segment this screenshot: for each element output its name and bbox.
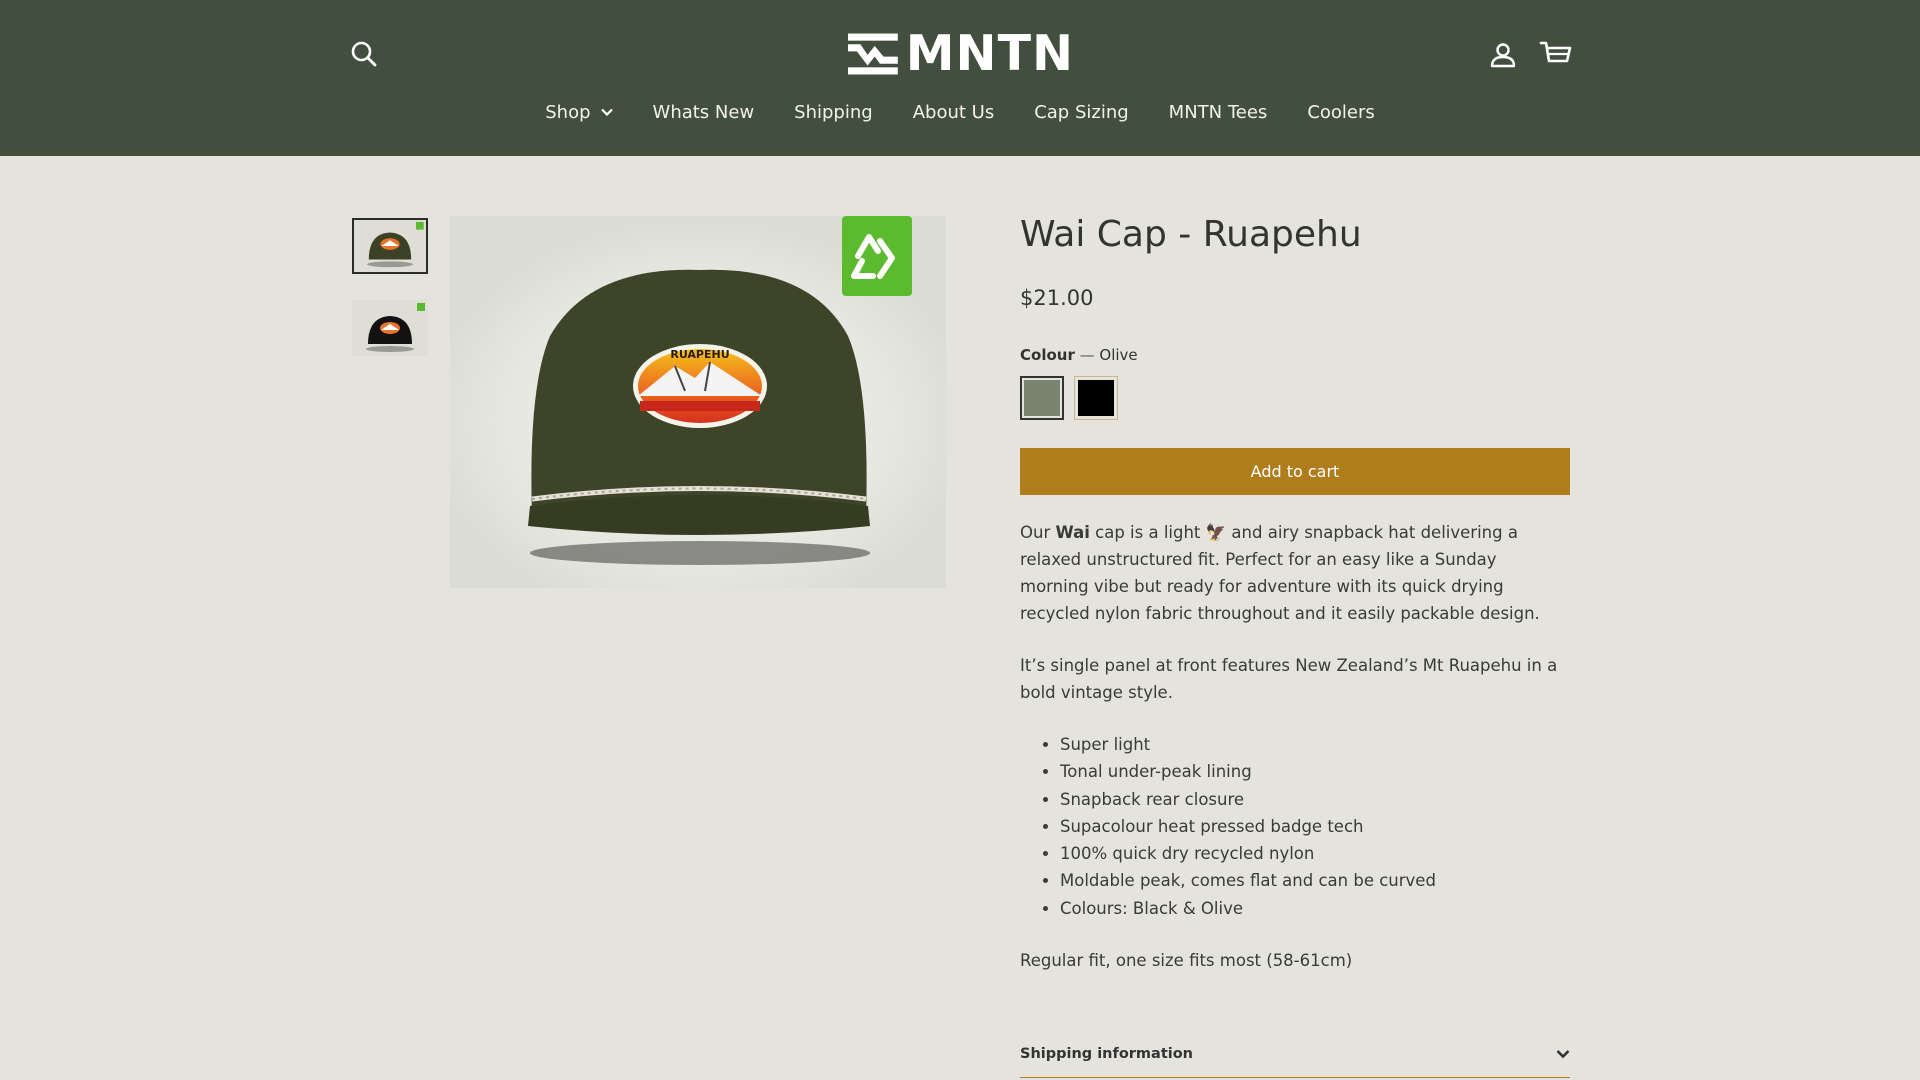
nav-coolers[interactable]: Coolers: [1307, 102, 1374, 123]
add-to-cart-button[interactable]: Add to cart: [1020, 448, 1570, 495]
nav-whats-new-label: Whats New: [652, 101, 755, 123]
cart-icon: [1539, 41, 1572, 63]
patch-text: RUAPEHU: [670, 348, 729, 361]
mountain-logo-icon: [848, 33, 898, 75]
product-thumbnails: [352, 218, 428, 382]
colour-swatches: [1020, 376, 1570, 420]
nav-shipping-label: Shipping: [794, 101, 873, 123]
nav-mntn-tees-label: MNTN Tees: [1168, 101, 1268, 123]
thumbnail-olive[interactable]: [352, 218, 428, 274]
feature-item: Snapback rear closure: [1060, 786, 1570, 813]
recycle-badge-icon: [842, 216, 912, 296]
desc-p1-bold: Wai: [1055, 523, 1090, 542]
chevron-down-icon: [600, 108, 613, 116]
description-paragraph-2: It’s single panel at front features New …: [1020, 656, 1558, 702]
chevron-down-icon: [1556, 1050, 1570, 1059]
feature-item: 100% quick dry recycled nylon: [1060, 840, 1570, 867]
nav-cap-sizing-label: Cap Sizing: [1034, 101, 1129, 123]
site-header: MNTN Shop Whats New Shipping About Us Ca…: [0, 0, 1920, 156]
product-details: Wai Cap - Ruapehu $21.00 Colour — Olive …: [1020, 210, 1570, 999]
nav-mntn-tees[interactable]: MNTN Tees: [1169, 102, 1268, 123]
feature-item: Super light: [1060, 731, 1570, 758]
nav-whats-new[interactable]: Whats New: [653, 102, 755, 123]
nav-cap-sizing[interactable]: Cap Sizing: [1034, 102, 1128, 123]
nav-shop-label: Shop: [545, 101, 591, 123]
nav-coolers-label: Coolers: [1307, 101, 1375, 123]
user-icon: [1490, 43, 1516, 68]
swatch-black[interactable]: [1074, 376, 1118, 420]
site-logo[interactable]: MNTN: [848, 28, 1074, 80]
nav-shipping[interactable]: Shipping: [794, 102, 873, 123]
product-description: Our Wai cap is a light 🦅 and airy snapba…: [1020, 519, 1570, 974]
main-product-image[interactable]: RUAPEHU: [450, 216, 946, 588]
shipping-info-accordion[interactable]: Shipping information: [1020, 1031, 1570, 1078]
description-paragraph-1: Our Wai cap is a light 🦅 and airy snapba…: [1020, 519, 1570, 627]
feature-item: Colours: Black & Olive: [1060, 895, 1570, 922]
nav-about-us[interactable]: About Us: [913, 102, 995, 123]
shipping-info-label: Shipping information: [1020, 1046, 1194, 1062]
cap-thumbnail-image: [353, 301, 427, 355]
feature-list: Super light Tonal under-peak lining Snap…: [1020, 731, 1570, 922]
account-button[interactable]: [1488, 40, 1518, 70]
product-title: Wai Cap - Ruapehu: [1020, 214, 1362, 255]
cap-thumbnail-image: [354, 220, 426, 272]
olive-cap-image: RUAPEHU: [450, 216, 946, 588]
logo-text: MNTN: [905, 25, 1074, 82]
search-icon: [351, 41, 377, 67]
thumbnail-black[interactable]: [352, 300, 428, 356]
desc-p1-pre: Our: [1020, 523, 1056, 542]
swatch-olive[interactable]: [1020, 376, 1064, 420]
colour-heading: Colour: [1020, 346, 1075, 364]
feature-item: Tonal under-peak lining: [1060, 758, 1570, 785]
nav-about-us-label: About Us: [912, 101, 995, 123]
main-nav: Shop Whats New Shipping About Us Cap Siz…: [0, 96, 1920, 128]
colour-separator: —: [1079, 346, 1095, 364]
feature-item: Moldable peak, comes flat and can be cur…: [1060, 867, 1570, 894]
nav-shop[interactable]: Shop: [545, 101, 613, 123]
cart-button[interactable]: [1539, 39, 1573, 71]
search-button[interactable]: [349, 39, 379, 69]
colour-label: Colour — Olive: [1020, 346, 1570, 364]
colour-value: Olive: [1099, 346, 1138, 364]
eagle-emoji-icon: 🦅: [1205, 523, 1227, 542]
fit-note: Regular fit, one size fits most (58-61cm…: [1020, 951, 1353, 971]
product-price: $21.00: [1020, 286, 1094, 310]
desc-p1-mid: cap is a light: [1089, 523, 1206, 542]
feature-item: Supacolour heat pressed badge tech: [1060, 813, 1570, 840]
